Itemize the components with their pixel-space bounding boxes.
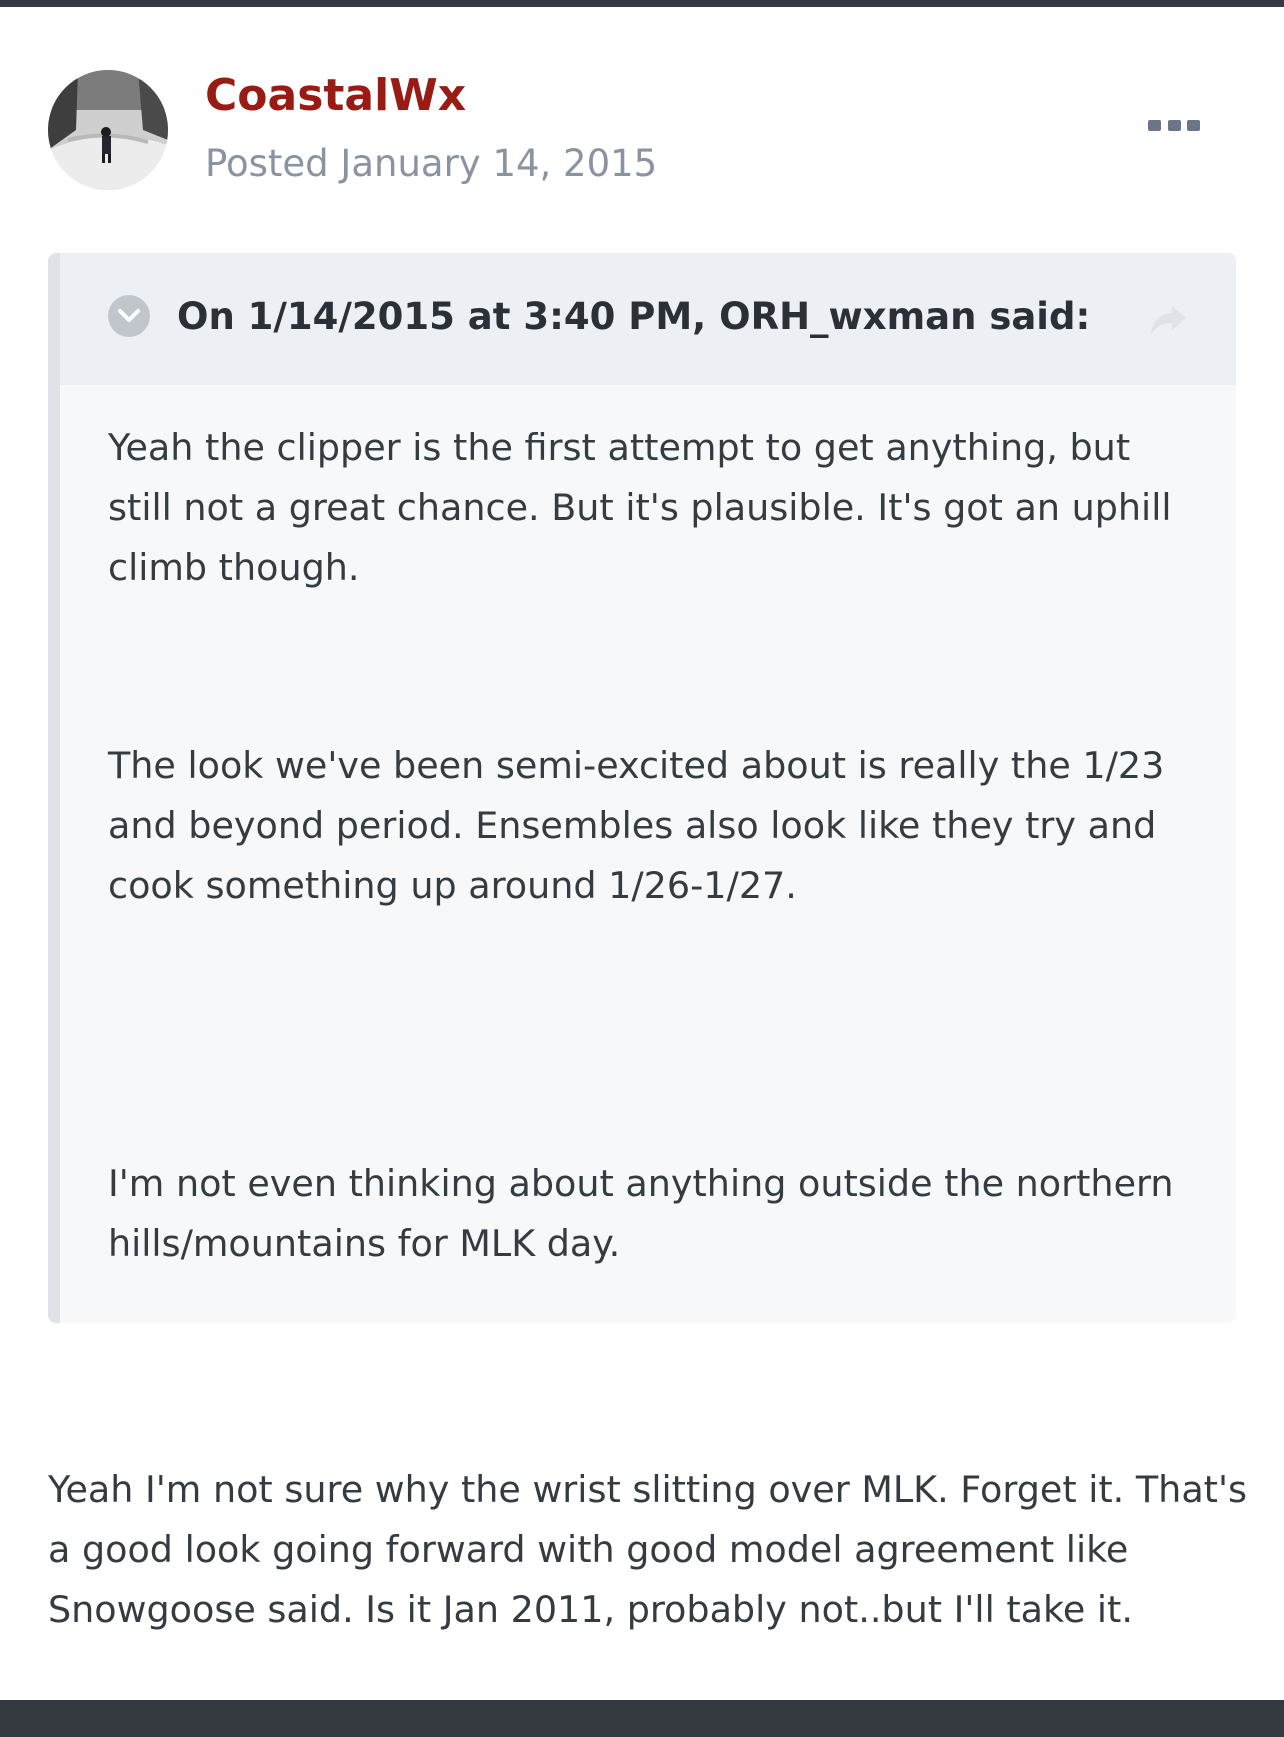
more-dot (1187, 119, 1200, 131)
avatar[interactable] (48, 70, 168, 190)
quote-paragraph: Yeah the clipper is the first attempt to… (108, 426, 1172, 589)
post-date: Posted January 14, 2015 (205, 142, 658, 185)
top-bar (0, 0, 1284, 7)
chevron-down-icon[interactable] (108, 295, 150, 337)
post-body: Yeah I'm not sure why the wrist slitting… (48, 1468, 1248, 1631)
more-dot (1148, 119, 1161, 131)
more-dot (1167, 119, 1181, 131)
quote-paragraph: The look we've been semi-excited about i… (108, 744, 1165, 907)
share-arrow-icon[interactable] (1148, 304, 1188, 338)
author-name[interactable]: CoastalWx (205, 68, 466, 124)
quote-border (48, 253, 60, 1323)
bottom-bar (0, 1700, 1284, 1737)
more-options-icon[interactable] (1148, 110, 1200, 140)
quote-citation: On 1/14/2015 at 3:40 PM, ORH_wxman said: (177, 295, 1091, 338)
quote-paragraph: I'm not even thinking about anything out… (108, 1162, 1174, 1265)
